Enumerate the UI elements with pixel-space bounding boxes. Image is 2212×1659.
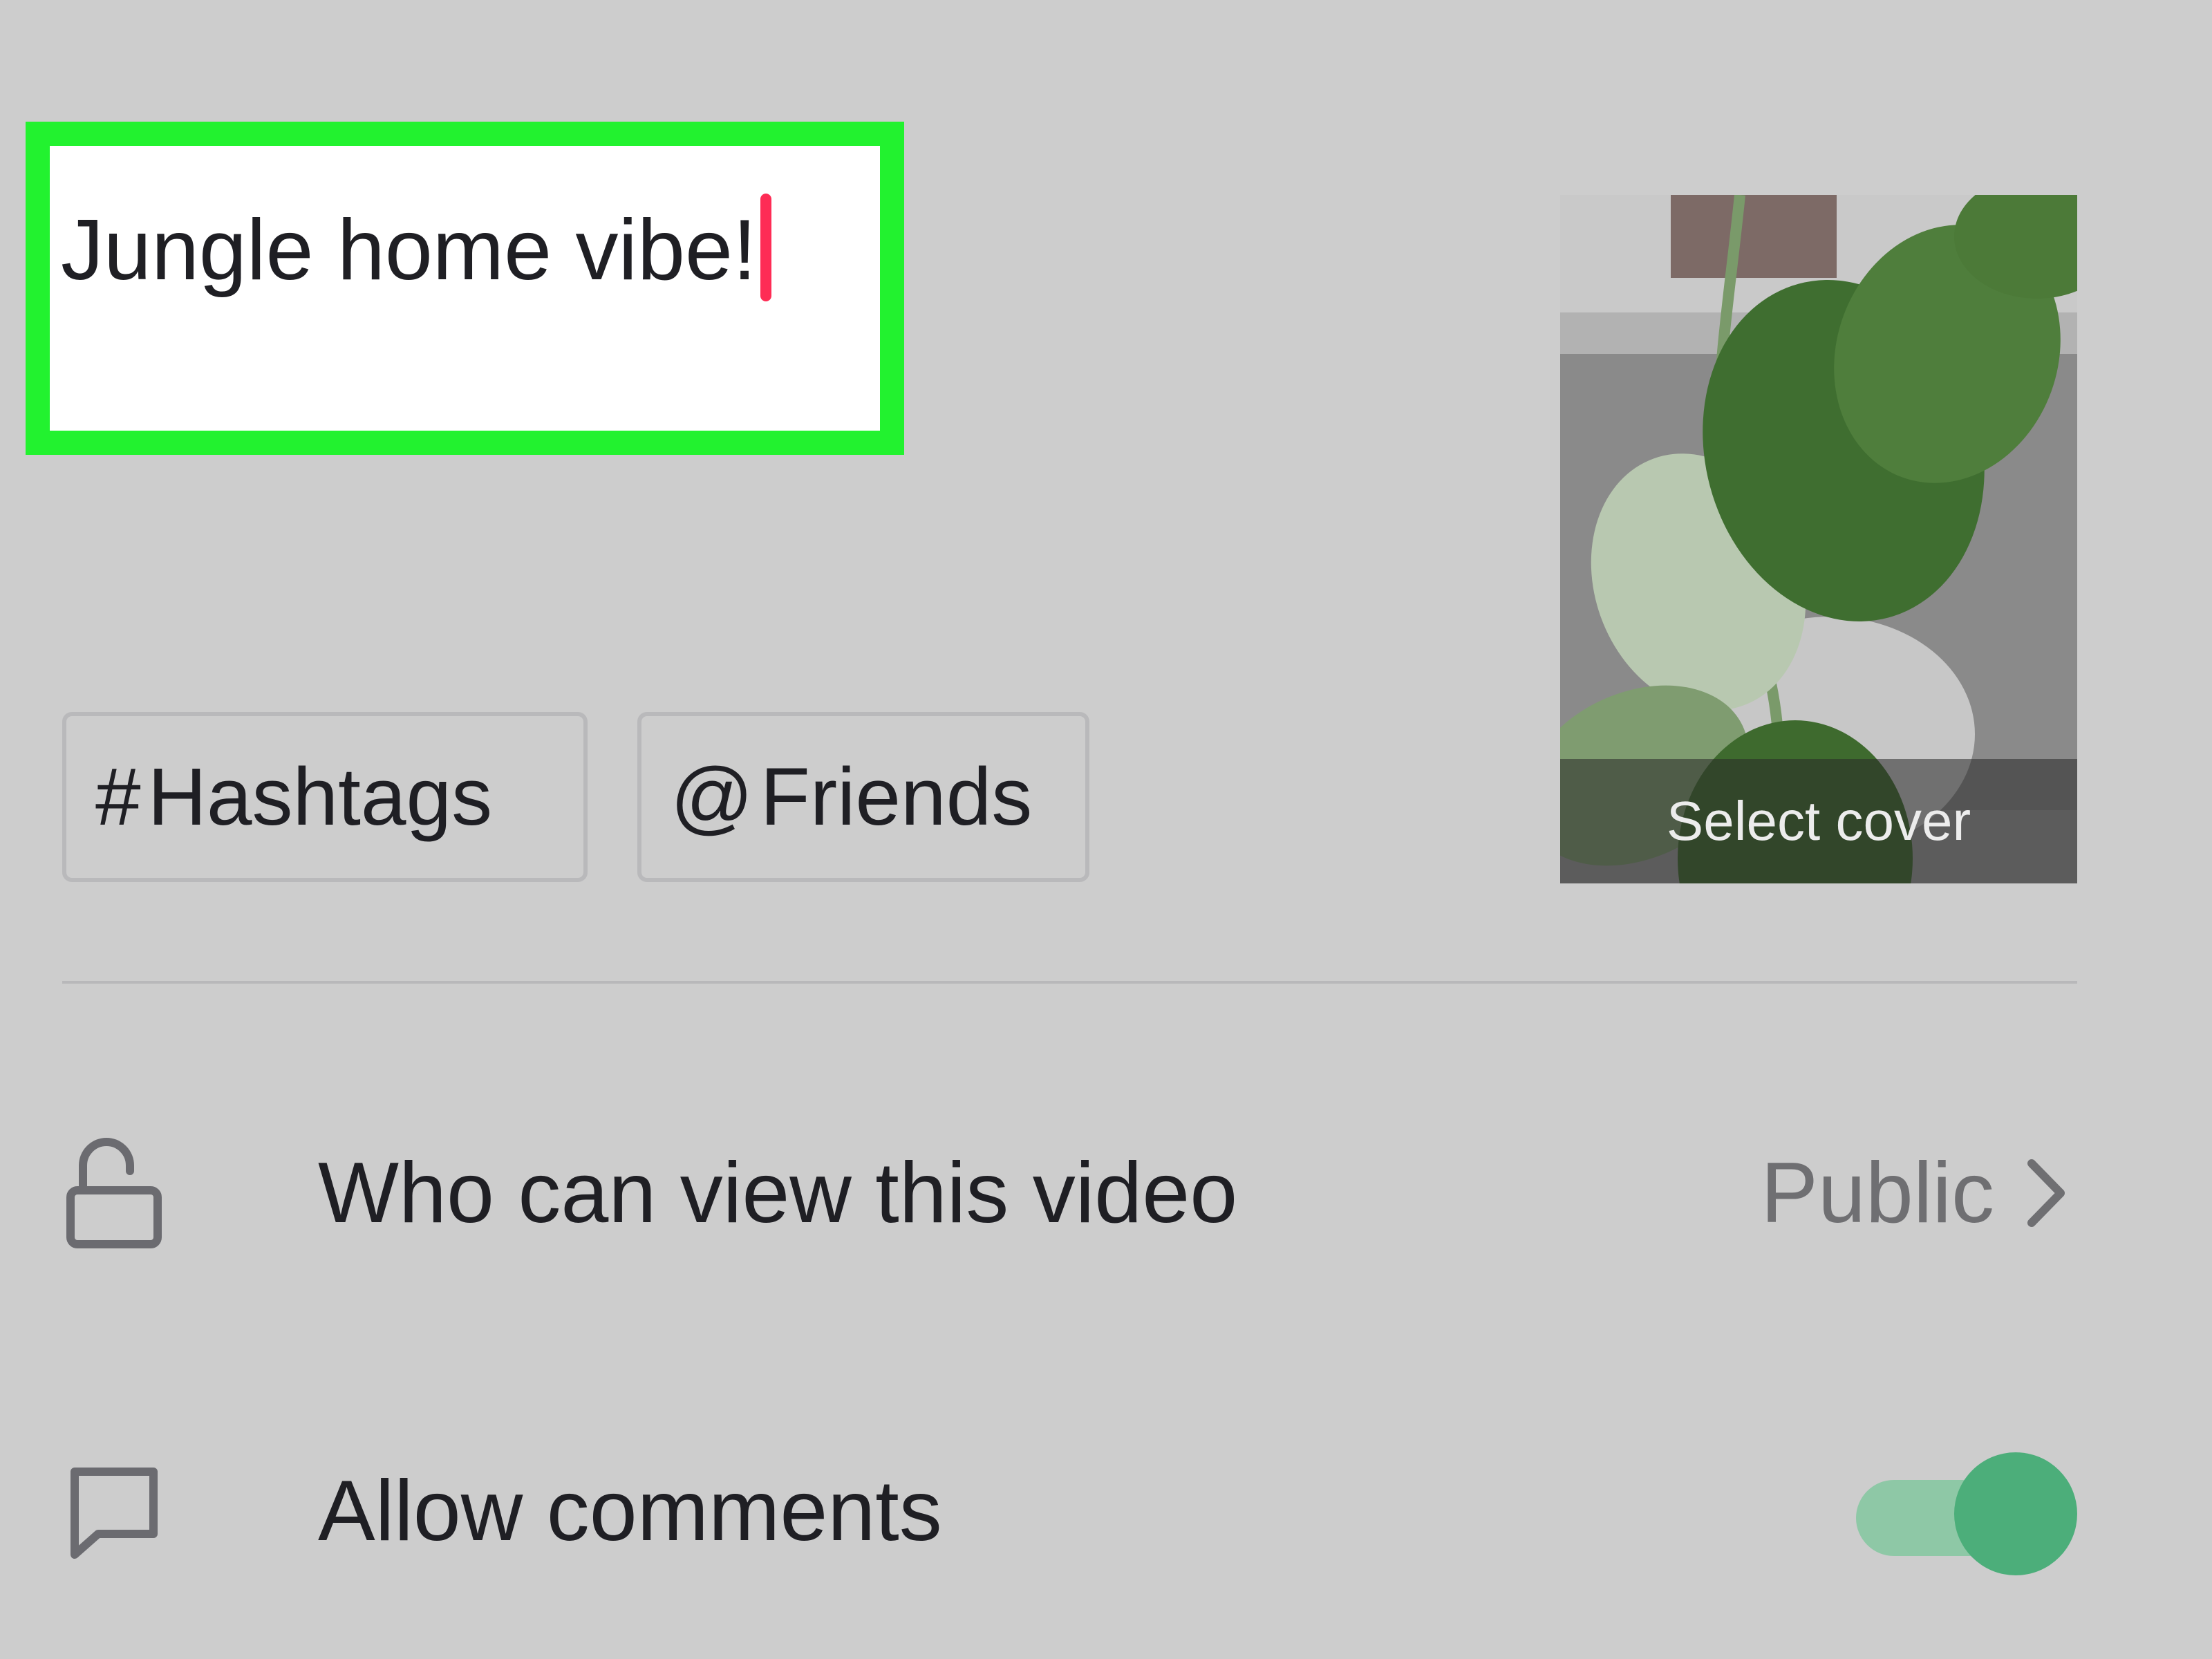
text-caret bbox=[760, 194, 772, 301]
chevron-right-icon bbox=[2022, 1152, 2077, 1235]
cover-thumbnail[interactable]: Select cover bbox=[1560, 195, 2077, 883]
at-mention-icon: @ bbox=[671, 751, 753, 843]
caption-text: Jungle home vibe! bbox=[61, 203, 757, 298]
allow-comments-toggle[interactable] bbox=[1856, 1452, 2077, 1575]
hashtags-button[interactable]: # Hashtags bbox=[62, 712, 588, 882]
friends-label: Friends bbox=[760, 751, 1033, 843]
caption-input[interactable]: Jungle home vibe! bbox=[61, 194, 772, 306]
lock-open-icon bbox=[62, 1134, 180, 1252]
friends-button[interactable]: @ Friends bbox=[637, 712, 1089, 882]
privacy-label: Who can view this video bbox=[318, 1145, 1238, 1241]
toggle-knob bbox=[1954, 1452, 2077, 1575]
comments-setting-row: Allow comments bbox=[62, 1428, 2077, 1594]
privacy-value: Public bbox=[1761, 1145, 1994, 1241]
comment-icon bbox=[62, 1452, 180, 1570]
section-divider bbox=[62, 981, 2077, 984]
select-cover-label: Select cover bbox=[1560, 759, 2077, 883]
hashtags-label: Hashtags bbox=[147, 751, 493, 843]
hashtag-icon: # bbox=[95, 751, 141, 843]
privacy-setting-row[interactable]: Who can view this video Public bbox=[62, 1110, 2077, 1276]
comments-label: Allow comments bbox=[318, 1463, 942, 1559]
